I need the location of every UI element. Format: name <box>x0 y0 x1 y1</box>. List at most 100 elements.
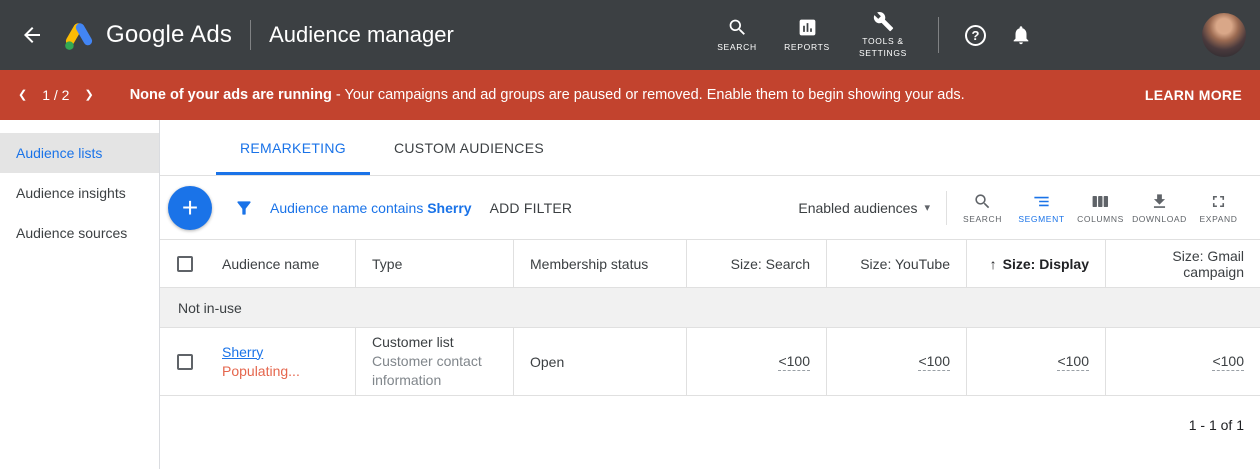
column-header-size-display-label: Size: Display <box>1003 256 1089 272</box>
learn-more-link[interactable]: LEARN MORE <box>1145 87 1242 103</box>
back-button[interactable] <box>20 23 44 47</box>
size-youtube-value: <100 <box>918 353 950 371</box>
topbar-reports-label: REPORTS <box>784 42 830 53</box>
column-header-membership-status[interactable]: Membership status <box>513 240 686 287</box>
banner-prev-icon[interactable]: ❮ <box>18 90 27 101</box>
filter-chip-value: Sherry <box>427 200 471 216</box>
banner-pager-count: 1 / 2 <box>42 87 69 103</box>
topbar-divider-2 <box>938 17 939 53</box>
reports-chart-icon <box>797 17 818 38</box>
topbar-right: SEARCH REPORTS TOOLS & SETTINGS ? <box>702 11 1260 58</box>
audience-name-link[interactable]: Sherry <box>222 343 300 362</box>
pagination-text: 1 - 1 of 1 <box>1189 417 1244 433</box>
help-button[interactable]: ? <box>965 25 986 46</box>
audience-view-dropdown[interactable]: Enabled audiences ▾ <box>798 200 930 216</box>
sidebar-item-audience-lists[interactable]: Audience lists <box>0 133 159 173</box>
sidebar-item-audience-insights[interactable]: Audience insights <box>0 173 159 213</box>
topbar-reports-button[interactable]: REPORTS <box>781 17 833 53</box>
topbar-search-label: SEARCH <box>717 42 757 53</box>
table-search-button[interactable]: SEARCH <box>953 192 1012 224</box>
topbar-tools-settings-label: TOOLS & SETTINGS <box>851 36 915 58</box>
notifications-button[interactable] <box>1010 24 1032 46</box>
row-type-cell: Customer list Customer contact informati… <box>355 328 513 395</box>
bell-icon <box>1010 24 1032 46</box>
size-search-value: <100 <box>778 353 810 371</box>
column-header-type[interactable]: Type <box>355 240 513 287</box>
audience-status-text: Populating... <box>222 362 300 381</box>
table-segment-label: SEGMENT <box>1018 214 1064 224</box>
tab-bar: REMARKETING CUSTOM AUDIENCES <box>160 120 1260 176</box>
table-expand-label: EXPAND <box>1200 214 1238 224</box>
row-membership-status-cell: Open <box>513 328 686 395</box>
column-header-size-search[interactable]: Size: Search <box>686 240 826 287</box>
table-columns-label: COLUMNS <box>1077 214 1124 224</box>
filter-funnel-icon <box>234 198 254 218</box>
filter-button[interactable] <box>234 198 254 218</box>
tab-remarketing[interactable]: REMARKETING <box>216 120 370 175</box>
filter-chip-prefix: Audience name contains <box>270 200 427 216</box>
column-header-size-gmail[interactable]: Size: Gmail campaign <box>1105 240 1260 287</box>
header-checkbox-cell <box>160 240 210 287</box>
brand-name[interactable]: Google Ads <box>106 21 232 49</box>
type-detail-text: Customer contact information <box>372 352 497 390</box>
row-audience-name-cell: Sherry Populating... <box>210 328 355 395</box>
plus-icon: + <box>182 192 198 224</box>
main-panel: REMARKETING CUSTOM AUDIENCES + Audience … <box>160 120 1260 469</box>
group-label: Not in-use <box>178 300 242 316</box>
table-header-row: Audience name Type Membership status Siz… <box>160 240 1260 288</box>
wrench-icon <box>873 11 894 32</box>
select-all-checkbox[interactable] <box>177 256 193 272</box>
add-audience-button[interactable]: + <box>168 186 212 230</box>
banner-message: None of your ads are running - Your camp… <box>130 87 1133 103</box>
help-icon: ? <box>972 28 980 43</box>
table-expand-button[interactable]: EXPAND <box>1189 192 1248 224</box>
banner-message-rest: - Your campaigns and ad groups are pause… <box>332 87 965 103</box>
segment-icon <box>1032 192 1051 211</box>
active-filter-chip[interactable]: Audience name contains Sherry <box>270 200 472 216</box>
size-display-value: <100 <box>1057 353 1089 371</box>
columns-icon <box>1091 192 1110 211</box>
table-toolbar: + Audience name contains Sherry ADD FILT… <box>160 176 1260 240</box>
top-app-bar: Google Ads Audience manager SEARCH REPOR… <box>0 0 1260 70</box>
chevron-down-icon: ▾ <box>924 201 930 214</box>
sort-ascending-icon: ↑ <box>990 256 997 272</box>
row-checkbox-cell <box>160 328 210 395</box>
search-icon <box>973 192 992 211</box>
back-arrow-icon <box>20 23 44 47</box>
topbar-divider <box>250 20 251 50</box>
banner-message-bold: None of your ads are running <box>130 87 332 103</box>
topbar-tools-settings-button[interactable]: TOOLS & SETTINGS <box>851 11 915 58</box>
table-footer: 1 - 1 of 1 <box>160 396 1260 469</box>
column-header-size-display[interactable]: ↑ Size: Display <box>966 240 1105 287</box>
row-size-search-cell: <100 <box>686 328 826 395</box>
table-row: Sherry Populating... Customer list Custo… <box>160 328 1260 396</box>
add-filter-button[interactable]: ADD FILTER <box>490 200 573 216</box>
topbar-left: Google Ads Audience manager <box>0 18 454 52</box>
row-checkbox[interactable] <box>177 354 193 370</box>
column-header-size-youtube[interactable]: Size: YouTube <box>826 240 966 287</box>
table-segment-button[interactable]: SEGMENT <box>1012 192 1071 224</box>
account-avatar[interactable] <box>1202 13 1246 57</box>
toolbar-divider <box>946 191 947 225</box>
banner-next-icon[interactable]: ❯ <box>84 90 93 101</box>
group-row-not-in-use: Not in-use <box>160 288 1260 328</box>
sidebar-item-audience-sources[interactable]: Audience sources <box>0 213 159 253</box>
table-download-button[interactable]: DOWNLOAD <box>1130 192 1189 224</box>
download-icon <box>1150 192 1169 211</box>
content: Audience lists Audience insights Audienc… <box>0 120 1260 469</box>
table-columns-button[interactable]: COLUMNS <box>1071 192 1130 224</box>
banner-pager: ❮ 1 / 2 ❯ <box>18 87 94 103</box>
page-title: Audience manager <box>269 22 454 48</box>
topbar-search-button[interactable]: SEARCH <box>711 17 763 53</box>
sidebar-nav: Audience lists Audience insights Audienc… <box>0 120 160 469</box>
table-search-label: SEARCH <box>963 214 1002 224</box>
warning-banner: ❮ 1 / 2 ❯ None of your ads are running -… <box>0 70 1260 120</box>
row-size-youtube-cell: <100 <box>826 328 966 395</box>
tab-custom-audiences[interactable]: CUSTOM AUDIENCES <box>370 120 568 175</box>
search-icon <box>727 17 748 38</box>
google-ads-logo-icon[interactable] <box>62 18 96 52</box>
type-main-text: Customer list <box>372 333 497 352</box>
row-size-gmail-cell: <100 <box>1105 328 1260 395</box>
column-header-audience-name[interactable]: Audience name <box>210 240 355 287</box>
view-dropdown-value: Enabled audiences <box>798 200 917 216</box>
